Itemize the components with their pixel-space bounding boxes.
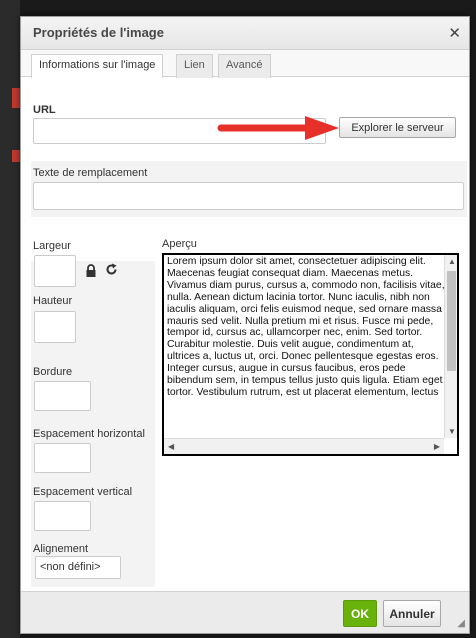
lock-ratio-icon[interactable] — [85, 264, 97, 280]
border-label: Bordure — [33, 366, 73, 378]
preview-scroll-thumb[interactable] — [447, 271, 456, 371]
scroll-down-icon[interactable]: ▼ — [448, 427, 456, 436]
image-properties-dialog: Propriétés de l'image ✕ Informations sur… — [20, 16, 470, 634]
dialog-titlebar: Propriétés de l'image ✕ — [21, 17, 469, 50]
height-label: Hauteur — [33, 295, 73, 307]
dialog-footer: OK Annuler ◢ — [21, 591, 469, 633]
tab-bar: Informations sur l'image Lien Avancé — [21, 50, 469, 78]
alt-text-label: Texte de remplacement — [33, 167, 148, 179]
background-accent — [12, 88, 20, 108]
align-label: Alignement — [33, 543, 89, 555]
height-input[interactable] — [34, 311, 76, 343]
vspace-input[interactable] — [34, 501, 91, 531]
align-select-value: <non défini> — [40, 561, 101, 573]
tab-image-info[interactable]: Informations sur l'image — [31, 54, 164, 78]
width-input[interactable] — [34, 255, 76, 287]
scroll-up-icon[interactable]: ▲ — [448, 257, 456, 266]
resize-grip-icon[interactable]: ◢ — [457, 618, 465, 629]
hspace-input[interactable] — [34, 443, 91, 473]
tab-advanced[interactable]: Avancé — [218, 54, 271, 78]
reset-size-icon[interactable] — [105, 263, 118, 279]
tab-link[interactable]: Lien — [176, 54, 213, 78]
ok-button[interactable]: OK — [343, 600, 377, 627]
border-input[interactable] — [34, 381, 91, 411]
annotation-arrow-icon — [217, 116, 339, 140]
width-label: Largeur — [33, 240, 71, 252]
background-accent — [12, 150, 20, 162]
url-label: URL — [33, 104, 56, 116]
close-icon[interactable]: ✕ — [448, 24, 461, 42]
alt-text-input[interactable] — [33, 182, 464, 210]
dialog-title: Propriétés de l'image — [33, 25, 164, 40]
scroll-right-icon[interactable]: ▶ — [434, 442, 440, 451]
preview-label: Aperçu — [162, 238, 197, 250]
preview-text: Lorem ipsum dolor sit amet, consectetuer… — [167, 256, 445, 398]
scroll-left-icon[interactable]: ◀ — [168, 442, 174, 451]
vspace-label: Espacement vertical — [33, 486, 133, 498]
dimensions-panel — [31, 261, 155, 587]
hspace-label: Espacement horizontal — [33, 428, 145, 440]
cancel-button[interactable]: Annuler — [383, 600, 441, 627]
preview-box: Lorem ipsum dolor sit amet, consectetuer… — [162, 253, 459, 456]
preview-horizontal-scrollbar[interactable]: ◀ ▶ — [164, 438, 444, 454]
browse-server-button[interactable]: Explorer le serveur — [339, 117, 456, 138]
align-select[interactable]: <non défini> — [35, 556, 121, 579]
preview-vertical-scrollbar[interactable]: ▲ ▼ — [444, 255, 457, 438]
